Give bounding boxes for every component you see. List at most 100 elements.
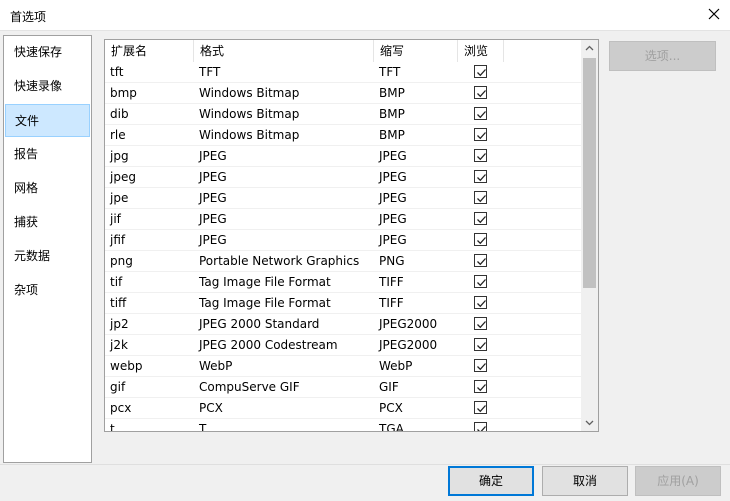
table-row[interactable]: jp2 JPEG 2000 Standard JPEG2000 xyxy=(105,314,581,335)
close-icon xyxy=(708,8,720,20)
browse-checkbox[interactable] xyxy=(474,401,487,414)
format-cell: Tag Image File Format xyxy=(199,275,331,289)
browse-checkbox[interactable] xyxy=(474,275,487,288)
ok-button[interactable]: 确定 xyxy=(448,466,534,496)
table-row[interactable]: jfif JPEG JPEG xyxy=(105,230,581,251)
checkmark-icon xyxy=(477,300,486,308)
file-types-table[interactable]: 扩展名 格式 缩写 浏览 tft TFT TFT bmp Windows Bitmap B… xyxy=(104,39,599,432)
table-row[interactable]: j2k JPEG 2000 Codestream JPEG2000 xyxy=(105,335,581,356)
checkmark-icon xyxy=(477,111,486,119)
apply-button[interactable]: 应用(A) xyxy=(635,466,721,496)
checkmark-icon xyxy=(477,90,486,98)
format-cell: Windows Bitmap xyxy=(199,86,300,100)
sidebar-item-metadata[interactable]: 元数据 xyxy=(4,240,91,273)
format-cell: T xyxy=(199,422,207,432)
sidebar-item-grid[interactable]: 网格 xyxy=(4,172,91,205)
sidebar-item-file[interactable]: 文件 xyxy=(5,104,90,137)
checkmark-icon xyxy=(477,405,486,413)
browse-checkbox[interactable] xyxy=(474,338,487,351)
column-header-abbreviation[interactable]: 缩写 xyxy=(374,40,458,62)
scroll-down-button[interactable] xyxy=(581,414,598,431)
table-row[interactable]: jpe JPEG JPEG xyxy=(105,188,581,209)
extension-cell: jif xyxy=(110,212,121,226)
browse-checkbox[interactable] xyxy=(474,212,487,225)
sidebar-item-label: 快速录像 xyxy=(14,79,63,93)
format-cell: PCX xyxy=(199,401,223,415)
browse-checkbox[interactable] xyxy=(474,233,487,246)
browse-checkbox[interactable] xyxy=(474,422,487,431)
abbreviation-cell: GIF xyxy=(379,380,399,394)
browse-checkbox[interactable] xyxy=(474,191,487,204)
browse-checkbox[interactable] xyxy=(474,317,487,330)
scroll-up-button[interactable] xyxy=(581,40,598,57)
table-row[interactable]: gif CompuServe GIF GIF xyxy=(105,377,581,398)
extension-cell: gif xyxy=(110,380,126,394)
table-row[interactable]: tft TFT TFT xyxy=(105,62,581,83)
extension-cell: jfif xyxy=(110,233,126,247)
browse-checkbox[interactable] xyxy=(474,296,487,309)
table-row[interactable]: dib Windows Bitmap BMP xyxy=(105,104,581,125)
checkmark-icon xyxy=(477,321,486,329)
extension-cell: png xyxy=(110,254,133,268)
table-row[interactable]: pcx PCX PCX xyxy=(105,398,581,419)
close-button[interactable] xyxy=(706,6,722,22)
browse-cell xyxy=(458,419,504,431)
extension-cell: t xyxy=(110,422,115,432)
browse-cell xyxy=(458,104,504,124)
vertical-scrollbar[interactable] xyxy=(581,40,598,431)
scroll-thumb[interactable] xyxy=(583,58,596,288)
abbreviation-cell: PNG xyxy=(379,254,405,268)
abbreviation-cell: BMP xyxy=(379,86,405,100)
checkmark-icon xyxy=(477,279,486,287)
abbreviation-cell: JPEG xyxy=(379,149,407,163)
browse-checkbox[interactable] xyxy=(474,107,487,120)
sidebar-item-report[interactable]: 报告 xyxy=(4,138,91,171)
sidebar-item-quick-record[interactable]: 快速录像 xyxy=(4,70,91,103)
table-row[interactable]: jpg JPEG JPEG xyxy=(105,146,581,167)
table-row[interactable]: jpeg JPEG JPEG xyxy=(105,167,581,188)
abbreviation-cell: TIFF xyxy=(379,296,404,310)
extension-cell: bmp xyxy=(110,86,137,100)
table-row[interactable]: bmp Windows Bitmap BMP xyxy=(105,83,581,104)
format-cell: JPEG 2000 Standard xyxy=(199,317,320,331)
cancel-button[interactable]: 取消 xyxy=(542,466,628,496)
sidebar-item-capture[interactable]: 捕获 xyxy=(4,206,91,239)
sidebar-item-quick-save[interactable]: 快速保存 xyxy=(4,36,91,69)
options-button[interactable]: 选项... xyxy=(609,41,716,71)
browse-checkbox[interactable] xyxy=(474,128,487,141)
table-row[interactable]: tiff Tag Image File Format TIFF xyxy=(105,293,581,314)
extension-cell: tif xyxy=(110,275,123,289)
sidebar-item-label: 捕获 xyxy=(14,215,39,229)
browse-cell xyxy=(458,209,504,229)
category-list[interactable]: 快速保存 快速录像 文件 报告 网格 捕获 元数据 杂项 xyxy=(3,35,92,463)
format-cell: JPEG 2000 Codestream xyxy=(199,338,338,352)
browse-cell xyxy=(458,251,504,271)
table-row[interactable]: rle Windows Bitmap BMP xyxy=(105,125,581,146)
format-cell: JPEG xyxy=(199,191,227,205)
browse-cell xyxy=(458,83,504,103)
format-cell: Tag Image File Format xyxy=(199,296,331,310)
browse-checkbox[interactable] xyxy=(474,149,487,162)
table-row[interactable]: t T TGA xyxy=(105,419,581,432)
table-row[interactable]: png Portable Network Graphics PNG xyxy=(105,251,581,272)
browse-checkbox[interactable] xyxy=(474,359,487,372)
browse-cell xyxy=(458,356,504,376)
format-cell: JPEG xyxy=(199,149,227,163)
table-row[interactable]: tif Tag Image File Format TIFF xyxy=(105,272,581,293)
browse-checkbox[interactable] xyxy=(474,254,487,267)
column-header-format[interactable]: 格式 xyxy=(194,40,374,62)
browse-checkbox[interactable] xyxy=(474,380,487,393)
column-header-browse[interactable]: 浏览 xyxy=(458,40,504,62)
sidebar-item-label: 文件 xyxy=(15,114,40,128)
sidebar-item-label: 快速保存 xyxy=(14,45,63,59)
table-row[interactable]: jif JPEG JPEG xyxy=(105,209,581,230)
browse-checkbox[interactable] xyxy=(474,65,487,78)
checkmark-icon xyxy=(477,384,486,392)
format-cell: JPEG xyxy=(199,233,227,247)
browse-checkbox[interactable] xyxy=(474,170,487,183)
table-row[interactable]: webp WebP WebP xyxy=(105,356,581,377)
sidebar-item-misc[interactable]: 杂项 xyxy=(4,274,91,307)
browse-checkbox[interactable] xyxy=(474,86,487,99)
column-header-extension[interactable]: 扩展名 xyxy=(105,40,194,62)
abbreviation-cell: JPEG2000 xyxy=(379,338,438,352)
